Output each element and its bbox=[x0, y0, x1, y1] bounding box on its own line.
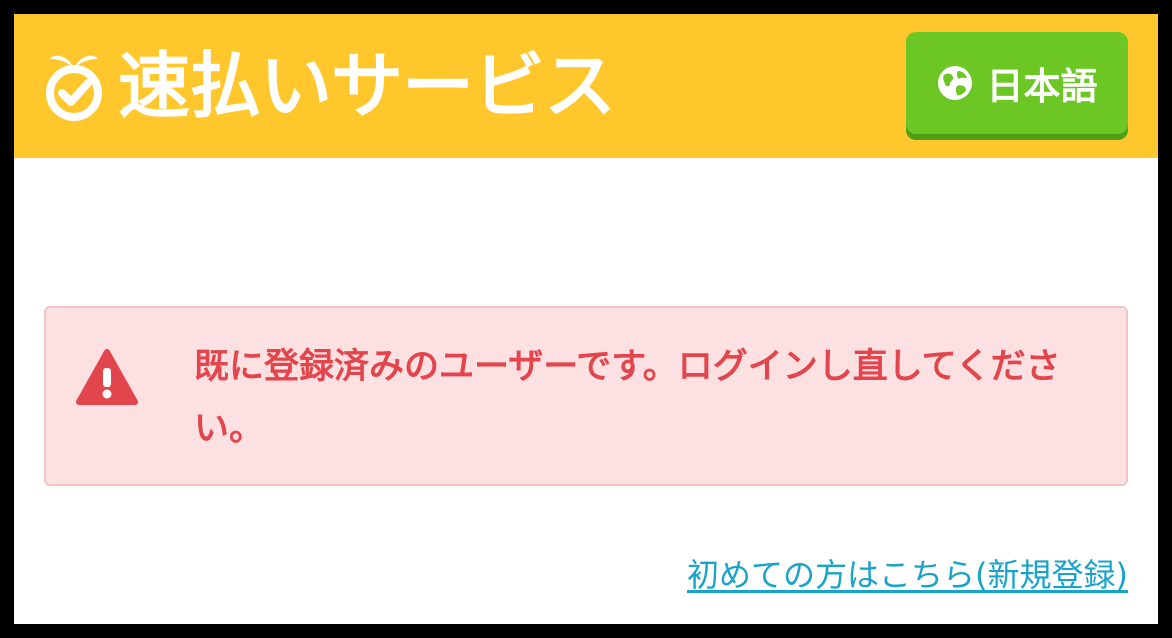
header: 速払いサービス 日本語 bbox=[14, 14, 1158, 158]
brand-title: 速払いサービス bbox=[118, 44, 616, 128]
error-alert: 既に登録済みのユーザーです。ログインし直してください。 bbox=[44, 306, 1128, 486]
language-button[interactable]: 日本語 bbox=[906, 32, 1128, 134]
language-label: 日本語 bbox=[986, 65, 1098, 108]
stopwatch-check-icon bbox=[46, 55, 102, 121]
app-window: 速払いサービス 日本語 既に登録済みのユーザーです。ログインし直してください。 … bbox=[14, 14, 1158, 624]
warning-icon bbox=[76, 349, 138, 405]
register-link[interactable]: 初めての方はこちら(新規登録) bbox=[687, 550, 1128, 600]
globe-icon bbox=[937, 66, 972, 100]
brand[interactable]: 速払いサービス bbox=[42, 44, 616, 128]
alert-message: 既に登録済みのユーザーです。ログインし直してください。 bbox=[194, 347, 1061, 449]
